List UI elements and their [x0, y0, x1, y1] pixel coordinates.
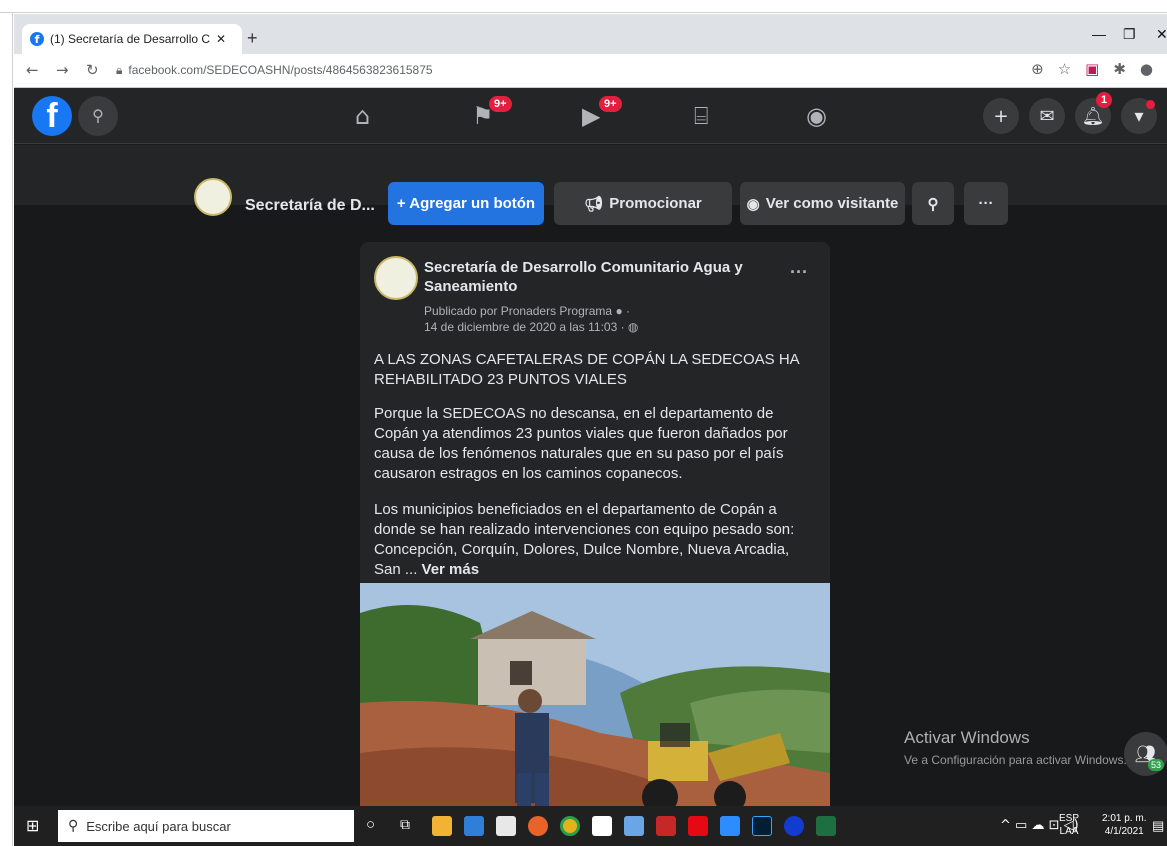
pages-badge: 9+: [489, 96, 512, 112]
window-close-icon[interactable]: ✕: [1156, 26, 1167, 43]
minimize-icon[interactable]: —: [1092, 26, 1106, 42]
reload-icon[interactable]: ↻: [86, 61, 99, 79]
promote-label: Promocionar: [609, 195, 702, 212]
groups-icon[interactable]: ◉: [806, 102, 827, 130]
visitor-label: Ver como visitante: [765, 195, 899, 212]
lang-line2: LAA: [1059, 826, 1079, 837]
windows-taskbar: ⊞ ⚲ Escribe aquí para buscar ○ ⧉ ^ ▭ ☁ ⊡…: [14, 806, 1167, 846]
zoom-icon[interactable]: ⊕: [1031, 60, 1044, 78]
post-options-button[interactable]: ···: [790, 262, 808, 283]
restore-icon[interactable]: ❐: [1123, 26, 1136, 43]
post-paragraph-1: Porque la SEDECOAS no descansa, en el de…: [374, 405, 788, 482]
author-line1: Secretaría de Desarrollo Comunitario Agu…: [424, 259, 743, 276]
chat-count: 53: [1148, 759, 1165, 771]
zoom-app-icon[interactable]: [720, 816, 740, 836]
mail-icon[interactable]: [464, 816, 484, 836]
windows-start-icon[interactable]: ⊞: [26, 816, 46, 836]
left-frame: [0, 13, 13, 846]
post-author[interactable]: Secretaría de Desarrollo Comunitario Agu…: [424, 258, 784, 296]
globe-icon: ◍: [627, 320, 639, 334]
browser-toolbar-icons: ⊕ ☆ ▣ ✱ ●: [1031, 60, 1153, 78]
add-button-button[interactable]: + Agregar un botón: [388, 182, 544, 225]
browser-window: f (1) Secretaría de Desarrollo Comu ✕ + …: [14, 14, 1167, 846]
lang-line1: ESP: [1059, 813, 1080, 824]
cortana-icon[interactable]: ○: [366, 816, 375, 833]
published-by-text: Publicado por Pronaders Programa: [424, 304, 613, 318]
back-icon[interactable]: ←: [26, 61, 39, 79]
post-published-by: Publicado por Pronaders Programa ● ·: [424, 304, 631, 318]
marketplace-icon[interactable]: ⌸: [694, 102, 708, 130]
search-icon: ⚲: [927, 195, 939, 213]
info-icon: ●: [615, 304, 623, 318]
netflix-icon[interactable]: [688, 816, 708, 836]
post-author-avatar[interactable]: [374, 256, 418, 300]
post-paragraph-2: Los municipios beneficiados en el depart…: [374, 500, 819, 580]
action-center-icon[interactable]: ▤: [1152, 818, 1164, 834]
lock-icon: 🔒︎: [116, 63, 123, 77]
taskbar-clock[interactable]: 2:01 p. m. 4/1/2021: [1102, 812, 1146, 838]
chrome-icon[interactable]: [560, 816, 580, 836]
task-view-icon[interactable]: ⧉: [400, 816, 410, 833]
eye-icon: ◉: [746, 195, 760, 213]
page-more-button[interactable]: ···: [964, 182, 1008, 225]
view-as-visitor-button[interactable]: ◉ Ver como visitante: [740, 182, 905, 225]
date-text: 14 de diciembre de 2020 a las 11:03 ·: [424, 320, 625, 334]
taskbar-search-placeholder: Escribe aquí para buscar: [86, 818, 231, 834]
post-card: Secretaría de Desarrollo Comunitario Agu…: [360, 242, 830, 846]
acrobat-icon[interactable]: [656, 816, 676, 836]
puzzle-icon[interactable]: ✱: [1113, 60, 1126, 78]
see-more-link[interactable]: Ver más: [422, 561, 480, 578]
language-indicator[interactable]: ESP LAA: [1059, 812, 1079, 838]
profile-icon[interactable]: ●: [1140, 60, 1153, 78]
notifications-badge: 1: [1096, 92, 1113, 108]
create-button[interactable]: +: [983, 98, 1019, 134]
file-explorer-icon[interactable]: [432, 816, 452, 836]
home-icon[interactable]: ⌂: [355, 102, 370, 130]
screen: f (1) Secretaría de Desarrollo Comu ✕ + …: [0, 0, 1167, 846]
account-dot: [1146, 100, 1155, 109]
photoshop-icon[interactable]: [752, 816, 772, 836]
facebook-logo-icon[interactable]: f: [32, 96, 72, 136]
extension-icon[interactable]: ▣: [1085, 60, 1099, 78]
megaphone-icon: 📢︎: [584, 195, 604, 213]
clock-date: 4/1/2021: [1104, 826, 1144, 837]
url-text: facebook.com/SEDECOASHN/posts/4864563823…: [128, 63, 433, 77]
excel-icon[interactable]: [816, 816, 836, 836]
watch-icon[interactable]: ▶: [582, 102, 600, 130]
bookmark-star-icon[interactable]: ☆: [1058, 60, 1071, 78]
watch-badge: 9+: [599, 96, 622, 112]
page-search-button[interactable]: ⚲: [912, 182, 954, 225]
promote-button[interactable]: 📢︎ Promocionar: [554, 182, 732, 225]
store-icon[interactable]: [496, 816, 516, 836]
activation-watermark-text: Ve a Configuración para activar Windows.: [904, 753, 1127, 767]
address-bar: ← → ↻ 🔒︎ facebook.com/SEDECOASHN/posts/48…: [14, 54, 1167, 88]
clock-time: 2:01 p. m.: [1102, 813, 1147, 824]
activation-watermark-title: Activar Windows: [904, 728, 1030, 747]
facebook-header: f ⚲ ⌂ ⚑ 9+ ▶ 9+ ⌸ ◉ + ✉ 🔔︎ 1 ▾: [14, 88, 1167, 144]
page-name[interactable]: Secretaría de D...: [245, 197, 375, 215]
disney-icon[interactable]: [784, 816, 804, 836]
taskbar-search-input[interactable]: ⚲ Escribe aquí para buscar: [58, 810, 354, 842]
browser-tab[interactable]: f (1) Secretaría de Desarrollo Comu ✕: [22, 24, 242, 54]
firefox-icon[interactable]: [528, 816, 548, 836]
new-tab-icon[interactable]: +: [247, 28, 258, 49]
tab-title: (1) Secretaría de Desarrollo Comu: [50, 32, 210, 46]
post-date[interactable]: 14 de diciembre de 2020 a las 11:03 · ◍: [424, 320, 638, 334]
author-line2: Saneamiento: [424, 278, 518, 295]
facebook-favicon-icon: f: [30, 32, 44, 46]
url-field[interactable]: 🔒︎ facebook.com/SEDECOASHN/posts/48645638…: [116, 63, 433, 78]
tab-strip: f (1) Secretaría de Desarrollo Comu ✕ + …: [14, 14, 1167, 54]
tab-close-icon[interactable]: ✕: [216, 32, 226, 46]
fb-search-icon[interactable]: ⚲: [78, 96, 118, 136]
forward-icon[interactable]: →: [56, 61, 69, 79]
notepad-icon[interactable]: [592, 816, 612, 836]
top-frame: [0, 0, 1167, 13]
post-headline: A LAS ZONAS CAFETALERAS DE COPÁN LA SEDE…: [374, 351, 799, 388]
app-icon[interactable]: [624, 816, 644, 836]
messenger-icon[interactable]: ✉: [1029, 98, 1065, 134]
taskbar-search-icon: ⚲: [68, 818, 79, 834]
page-avatar[interactable]: [194, 178, 232, 216]
